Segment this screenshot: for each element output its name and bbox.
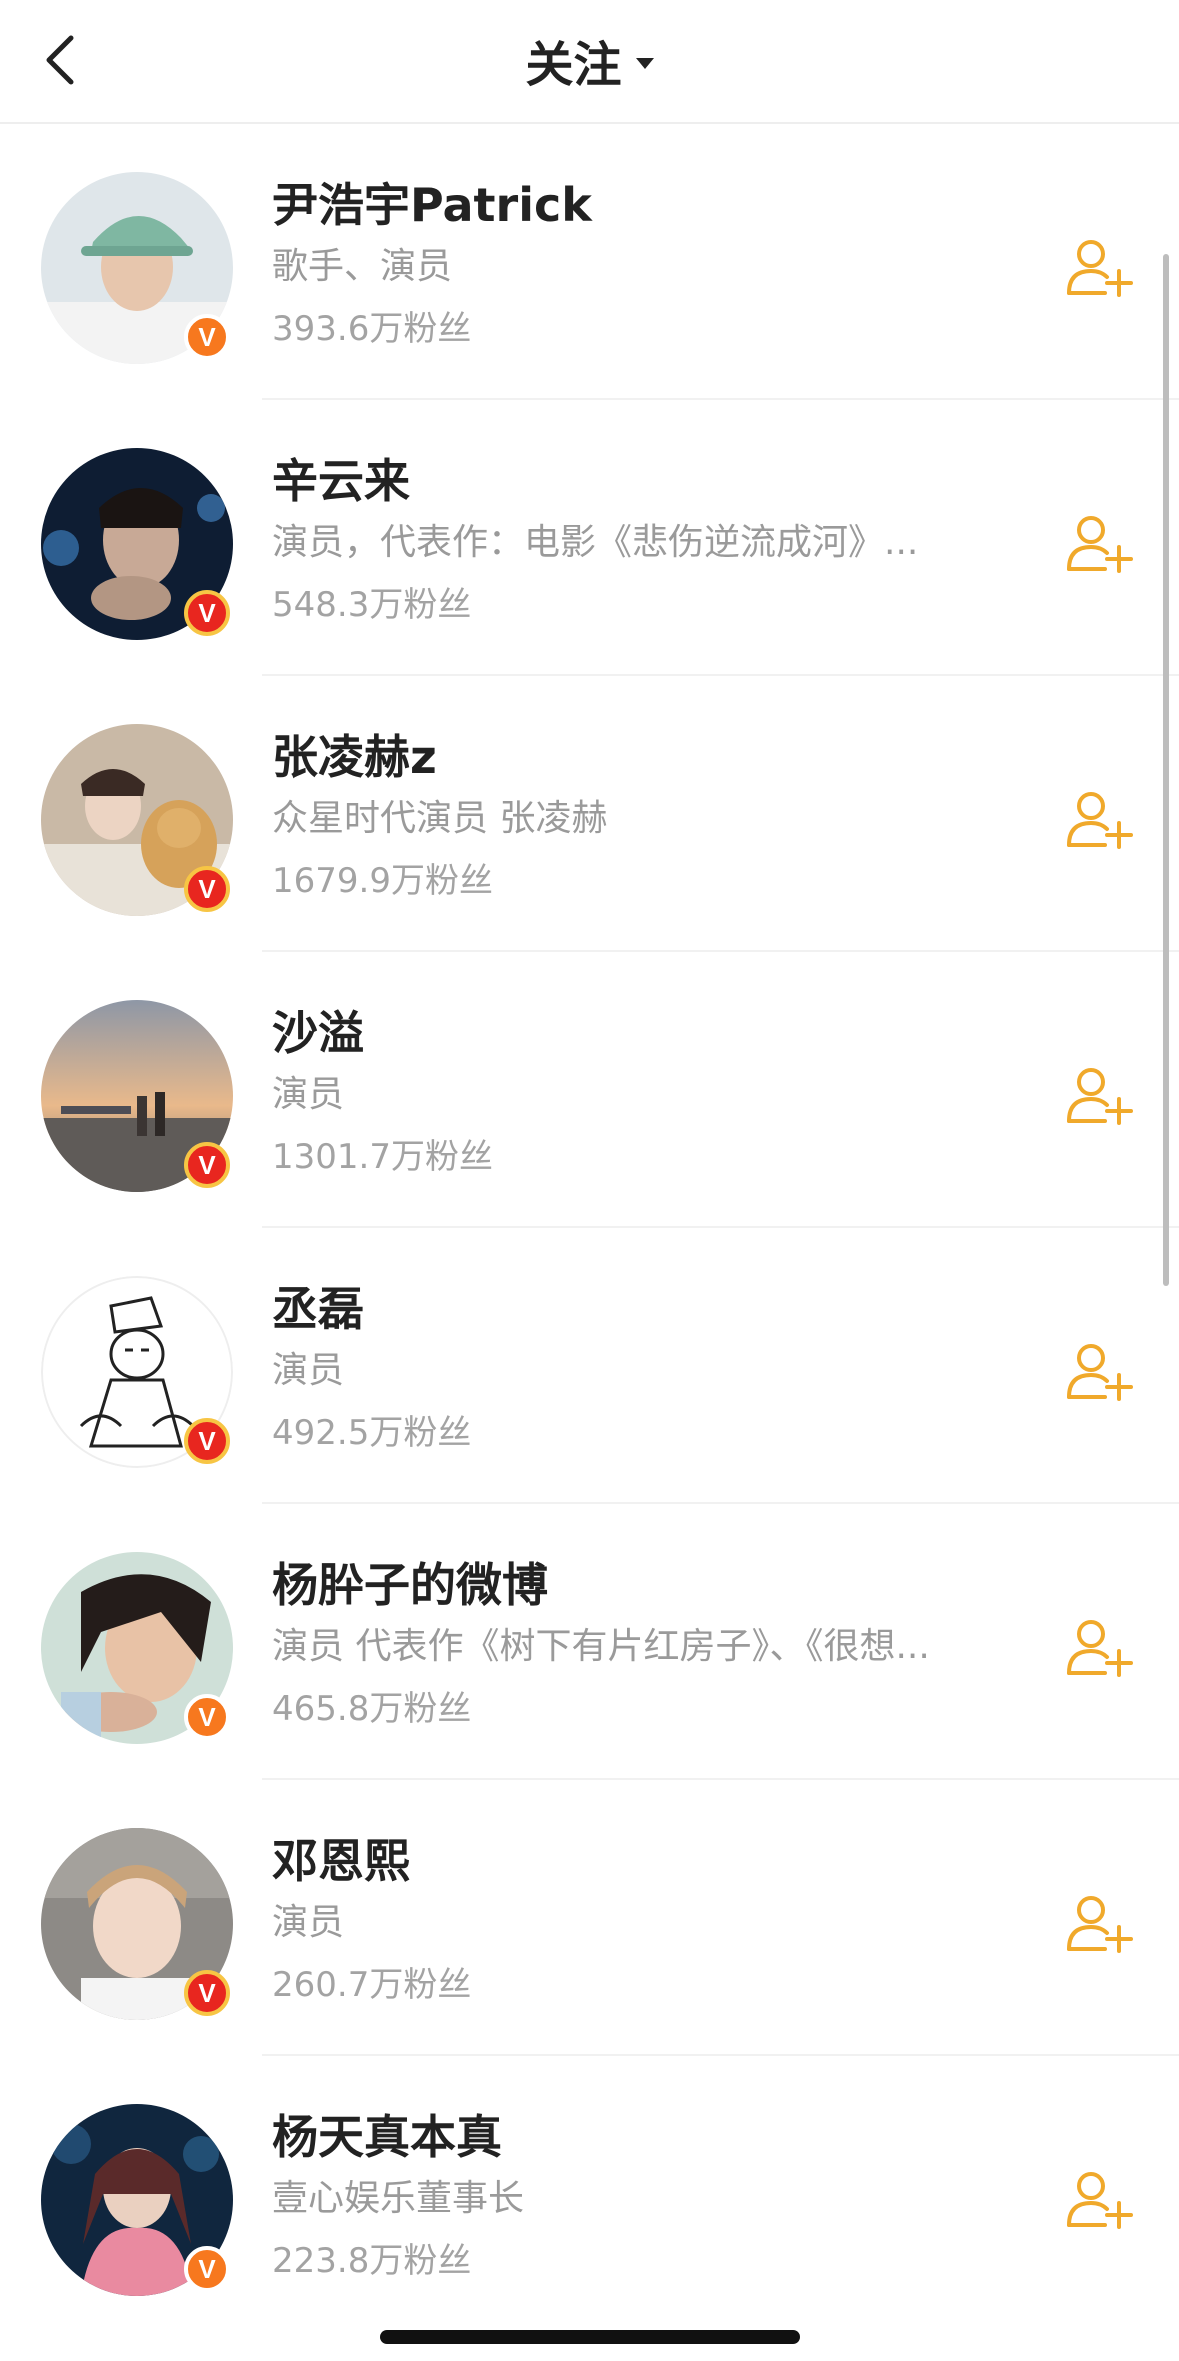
verified-v-icon: V bbox=[184, 1970, 230, 2016]
add-user-icon bbox=[1067, 1896, 1133, 1953]
list-item[interactable]: V 尹浩宇Patrick 歌手、演员 393.6万粉丝 bbox=[0, 124, 1179, 400]
add-user-icon bbox=[1067, 1620, 1133, 1677]
follow-button[interactable] bbox=[1062, 784, 1138, 854]
add-user-icon bbox=[1067, 2172, 1133, 2229]
follower-count: 465.8万粉丝 bbox=[272, 1689, 472, 1729]
verified-v-icon: V bbox=[184, 1142, 230, 1188]
verified-v-icon: V bbox=[184, 590, 230, 636]
user-name[interactable]: 邓恩熙 bbox=[272, 1830, 972, 1892]
user-description: 歌手、演员 bbox=[272, 246, 453, 287]
follower-count: 1301.7万粉丝 bbox=[272, 1137, 493, 1177]
user-name[interactable]: 杨肸子的微博 bbox=[272, 1554, 972, 1616]
caret-down-icon bbox=[635, 57, 654, 69]
user-name[interactable]: 杨天真本真 bbox=[272, 2106, 972, 2168]
user-description: 演员，代表作：电影《悲伤逆流成河》... bbox=[272, 522, 919, 563]
list-item[interactable]: V 辛云来 演员，代表作：电影《悲伤逆流成河》... 548.3万粉丝 bbox=[0, 400, 1179, 676]
user-name[interactable]: 张凌赫z bbox=[272, 726, 972, 788]
following-list: V 尹浩宇Patrick 歌手、演员 393.6万粉丝 V 辛云来 演员，代表作… bbox=[0, 124, 1179, 2332]
add-user-icon bbox=[1067, 1344, 1133, 1401]
add-user-icon bbox=[1067, 516, 1133, 573]
list-item[interactable]: V 邓恩熙 演员 260.7万粉丝 bbox=[0, 1780, 1179, 2056]
follow-button[interactable] bbox=[1062, 1060, 1138, 1130]
add-user-icon bbox=[1067, 1068, 1133, 1125]
follower-count: 260.7万粉丝 bbox=[272, 1965, 472, 2005]
list-item[interactable]: V 丞磊 演员 492.5万粉丝 bbox=[0, 1228, 1179, 1504]
user-description: 壹心娱乐董事长 bbox=[272, 2178, 525, 2219]
list-item[interactable]: V 杨肸子的微博 演员 代表作《树下有片红房子》、《很想... 465.8万粉丝 bbox=[0, 1504, 1179, 1780]
user-name[interactable]: 尹浩宇Patrick bbox=[272, 174, 972, 236]
list-item[interactable]: V 沙溢 演员 1301.7万粉丝 bbox=[0, 952, 1179, 1228]
top-nav-bar: 关注 bbox=[0, 0, 1179, 124]
scrollbar[interactable] bbox=[1163, 254, 1169, 1286]
user-description: 演员 代表作《树下有片红房子》、《很想... bbox=[272, 1626, 930, 1667]
follow-button[interactable] bbox=[1062, 232, 1138, 302]
user-description: 演员 bbox=[272, 1074, 345, 1115]
follow-button[interactable] bbox=[1062, 2164, 1138, 2234]
add-user-icon bbox=[1067, 240, 1133, 297]
follower-count: 548.3万粉丝 bbox=[272, 585, 472, 625]
verified-v-icon: V bbox=[184, 866, 230, 912]
user-name[interactable]: 沙溢 bbox=[272, 1002, 972, 1064]
follower-count: 1679.9万粉丝 bbox=[272, 861, 493, 901]
follower-count: 223.8万粉丝 bbox=[272, 2241, 472, 2281]
user-name[interactable]: 辛云来 bbox=[272, 450, 972, 512]
follow-button[interactable] bbox=[1062, 1888, 1138, 1958]
user-description: 演员 bbox=[272, 1902, 345, 1943]
user-description: 演员 bbox=[272, 1350, 345, 1391]
add-user-icon bbox=[1067, 792, 1133, 849]
list-item[interactable]: V 杨天真本真 壹心娱乐董事长 223.8万粉丝 bbox=[0, 2056, 1179, 2332]
follower-count: 393.6万粉丝 bbox=[272, 309, 472, 349]
follow-button[interactable] bbox=[1062, 1336, 1138, 1406]
user-name[interactable]: 丞磊 bbox=[272, 1278, 972, 1340]
user-description: 众星时代演员 张凌赫 bbox=[272, 798, 608, 839]
title-dropdown[interactable]: 关注 bbox=[0, 28, 1179, 93]
home-indicator[interactable] bbox=[380, 2330, 800, 2344]
verified-v-icon: V bbox=[184, 1694, 230, 1740]
page-title: 关注 bbox=[525, 37, 622, 93]
list-item[interactable]: V 张凌赫z 众星时代演员 张凌赫 1679.9万粉丝 bbox=[0, 676, 1179, 952]
verified-v-icon: V bbox=[184, 2246, 230, 2292]
follow-button[interactable] bbox=[1062, 508, 1138, 578]
verified-v-icon: V bbox=[184, 314, 230, 360]
verified-v-icon: V bbox=[184, 1418, 230, 1464]
follow-button[interactable] bbox=[1062, 1612, 1138, 1682]
follower-count: 492.5万粉丝 bbox=[272, 1413, 472, 1453]
